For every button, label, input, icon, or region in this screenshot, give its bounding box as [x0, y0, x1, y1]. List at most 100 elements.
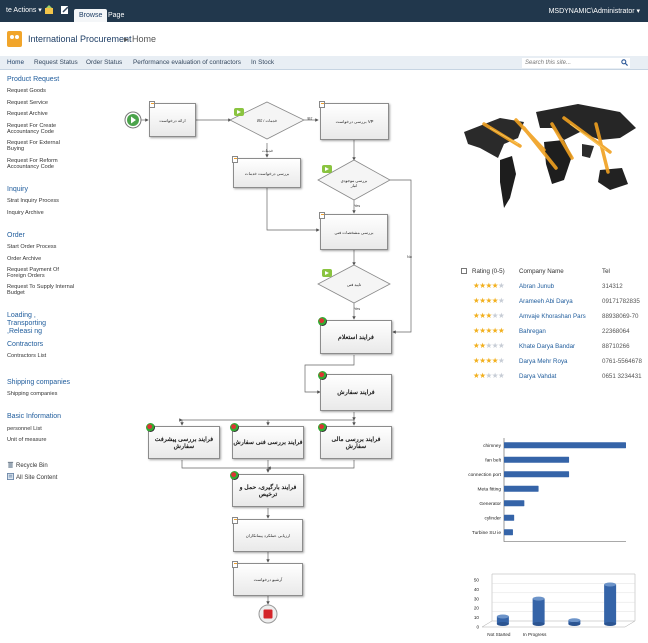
column-header-rating[interactable]: Rating (0-5): [472, 268, 505, 275]
bar-top: [532, 596, 545, 601]
wf-process-order[interactable]: فرایند سفارش: [320, 374, 392, 411]
branch-service-label: خدمات: [262, 149, 274, 153]
rating-stars-icon[interactable]: ★★★★★: [473, 371, 505, 380]
company-name-link[interactable]: Abran Junub: [519, 283, 554, 290]
y-tick-label: 10: [474, 615, 480, 620]
wf-process-technical-review[interactable]: فرایند بررسی فنی سفارش: [232, 426, 304, 459]
y-tick-label: 0: [476, 625, 479, 630]
bar-top: [496, 614, 509, 619]
y-tick-label: 20: [474, 606, 480, 611]
status-3d-bar-chart: 0 10 20 30 40 50 Not Started In Progress: [474, 573, 636, 637]
rating-stars-icon[interactable]: ★★★★★: [473, 296, 505, 305]
subprocess-icon: [318, 317, 327, 326]
subprocess-icon: [230, 423, 239, 432]
company-name-link[interactable]: Darya Mehr Roya: [519, 358, 568, 365]
bar-top: [604, 582, 617, 587]
wf-task-service-review[interactable]: بررسی درخواست خدمات: [233, 158, 301, 188]
column-header-company[interactable]: Company Name: [519, 268, 564, 275]
inventory-bar-chart-plot: chimney fan belt connection port Meta fitti…: [468, 438, 626, 542]
document-icon: [232, 517, 238, 524]
wf-task-contractor-evaluation[interactable]: ارزیابی عملکرد پیمانکاران: [233, 519, 303, 552]
category-label: fan belt: [485, 458, 501, 464]
star-icon: ★: [497, 311, 505, 320]
company-tel: 09171782835: [602, 298, 640, 305]
rating-stars-icon[interactable]: ★★★★★: [473, 341, 505, 350]
wf-task-tech-spec-review[interactable]: بررسی مشخصات فنی: [320, 214, 388, 250]
wf-process-progress-review[interactable]: فرایند بررسی پیشرفت سفارش: [148, 426, 220, 459]
category-label: cylinder: [484, 516, 501, 522]
document-icon: [319, 101, 325, 108]
bar-base: [568, 622, 581, 626]
bar-base: [532, 622, 545, 626]
rating-stars-icon[interactable]: ★★★★★: [473, 326, 505, 335]
bar[interactable]: [504, 485, 539, 492]
star-icon: ★: [497, 341, 505, 350]
category-label: chimney: [483, 443, 501, 449]
subprocess-icon: [318, 423, 327, 432]
bar-base: [604, 622, 617, 626]
branch-no-label: No: [407, 255, 412, 259]
bar[interactable]: [504, 500, 525, 507]
company-tel: 88938069-70: [602, 313, 639, 320]
category-label: In Progress: [523, 632, 547, 637]
company-name-link[interactable]: Bahregan: [519, 328, 546, 335]
company-tel: 88710266: [602, 343, 630, 350]
company-name-link[interactable]: Darya Vahdat: [519, 373, 556, 380]
company-tel: 0651 3234431: [602, 373, 642, 380]
document-icon: [319, 212, 325, 219]
star-icon: ★: [497, 326, 505, 335]
wf-process-inquiry[interactable]: فرایند استعلام: [320, 320, 392, 354]
bar[interactable]: [504, 442, 626, 449]
bar[interactable]: [504, 529, 513, 536]
wf-process-loading[interactable]: فرایند بارگیری، حمل و ترخیص: [232, 474, 304, 507]
branch-yes-label-2: Yes: [354, 307, 361, 311]
company-tel: 314312: [602, 283, 623, 290]
document-icon: [232, 561, 238, 568]
company-tel: 0761-5564678: [602, 358, 642, 365]
subprocess-icon: [230, 471, 239, 480]
category-label: Generator: [479, 501, 501, 507]
branch-yes-label-1: Yes: [354, 204, 361, 208]
subprocess-icon: [318, 371, 327, 380]
wf-task-vp-review[interactable]: بررسی درخواست VP: [320, 103, 389, 140]
subprocess-icon: [146, 423, 155, 432]
column-header-tel[interactable]: Tel: [602, 268, 610, 275]
y-tick-label: 40: [474, 587, 480, 592]
wf-task-archive-request[interactable]: آرشیو درخواست: [233, 563, 303, 596]
company-name-link[interactable]: Khate Darya Bandar: [519, 343, 575, 350]
category-label: connection port: [468, 472, 501, 478]
wf-task-submit-request[interactable]: ارائه درخواست: [149, 103, 196, 137]
forward-arrow-icon: [322, 165, 332, 173]
select-all-checkbox[interactable]: [461, 268, 467, 274]
bar-top: [568, 618, 581, 623]
bar[interactable]: [504, 514, 515, 521]
wf-process-financial-review[interactable]: فرایند بررسی مالی سفارش: [320, 426, 392, 459]
branch-goods-label: کالا: [307, 117, 313, 121]
bar[interactable]: [532, 598, 545, 624]
decision-technical-label: تایید فنی: [346, 282, 362, 287]
rating-stars-icon[interactable]: ★★★★★: [473, 311, 505, 320]
star-icon: ★: [497, 371, 505, 380]
bar[interactable]: [504, 456, 570, 463]
star-icon: ★: [497, 281, 505, 290]
y-tick-label: 50: [474, 578, 480, 583]
document-icon: [232, 156, 238, 163]
rating-stars-icon[interactable]: ★★★★★: [473, 281, 505, 290]
document-icon: [149, 101, 155, 108]
forward-arrow-icon: [322, 269, 332, 277]
bar-base: [496, 622, 509, 626]
rating-stars-icon[interactable]: ★★★★★: [473, 356, 505, 365]
world-shipping-map: [464, 104, 636, 208]
stop-icon: [263, 609, 273, 619]
bar[interactable]: [504, 471, 570, 478]
decision-goods-service-label: خدمات / کالا: [256, 118, 278, 123]
star-icon: ★: [497, 296, 505, 305]
workflow-diagram: ارائه درخواست خدمات / کالا خدمات کالا بر…: [0, 0, 648, 643]
company-name-link[interactable]: Arameeh Abi Darya: [519, 298, 573, 305]
company-tel: 22368064: [602, 328, 630, 335]
category-label: Not Started: [487, 632, 511, 637]
bar[interactable]: [604, 584, 617, 624]
decision-stock-label: بررسی موجودی انبار: [340, 178, 368, 188]
category-label: Turbine SU ie: [472, 530, 501, 536]
company-name-link[interactable]: Amvaje Khorashan Pars: [519, 313, 586, 320]
